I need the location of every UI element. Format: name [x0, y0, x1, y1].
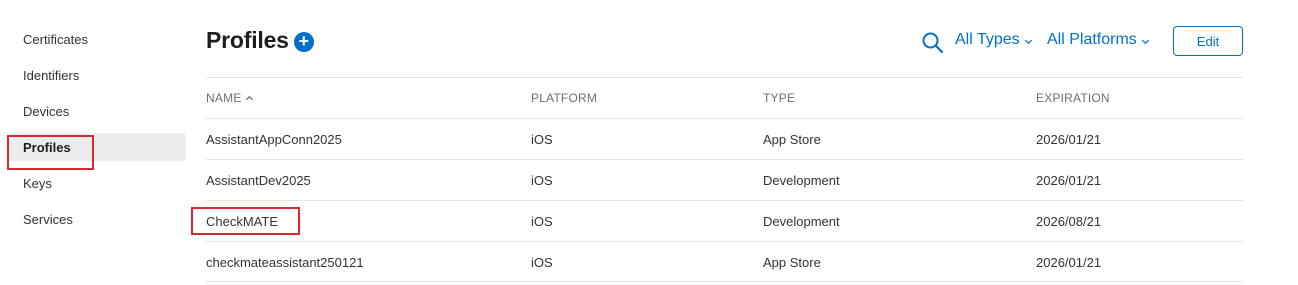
profiles-page: Certificates Identifiers Devices Profile… [0, 0, 1298, 285]
profile-name[interactable]: AssistantDev2025 [206, 160, 311, 200]
profile-platform: iOS [531, 254, 553, 270]
page-title: Profiles [206, 27, 289, 53]
column-header-type[interactable]: TYPE [763, 78, 795, 118]
sidebar-item-label: Identifiers [23, 67, 80, 83]
chevron-down-icon [1024, 39, 1032, 44]
table-row[interactable]: CheckMATE iOS Development 2026/08/21 [206, 200, 1243, 241]
sidebar-item-keys[interactable]: Keys [8, 169, 186, 197]
chevron-down-icon [1141, 39, 1149, 44]
sidebar-item-label: Certificates [23, 31, 89, 47]
profile-expiration: 2026/08/21 [1036, 213, 1102, 229]
profile-expiration: 2026/01/21 [1036, 254, 1102, 270]
search-button[interactable] [921, 31, 945, 55]
profile-expiration: 2026/01/21 [1036, 131, 1102, 147]
column-header-platform[interactable]: PLATFORM [531, 78, 597, 118]
table-row[interactable]: AssistantAppConn2025 iOS App Store 2026/… [206, 118, 1243, 159]
sidebar: Certificates Identifiers Devices Profile… [8, 25, 186, 241]
sidebar-item-label: Devices [23, 103, 70, 119]
column-header-name[interactable]: NAME [206, 78, 254, 118]
plus-circle-icon: + [298, 31, 310, 51]
sidebar-item-label: Services [23, 211, 73, 227]
profile-type: App Store [763, 254, 821, 270]
sidebar-item-devices[interactable]: Devices [8, 97, 186, 125]
filter-platforms-label: All Platforms [1047, 31, 1137, 48]
edit-button[interactable]: Edit [1173, 26, 1243, 56]
profile-name[interactable]: CheckMATE [206, 201, 278, 241]
add-profile-button[interactable]: + [293, 31, 314, 52]
sidebar-item-services[interactable]: Services [8, 205, 186, 233]
profile-type: Development [763, 213, 840, 229]
profile-name[interactable]: AssistantAppConn2025 [206, 119, 342, 159]
profile-name[interactable]: checkmateassistant250121 [206, 242, 364, 282]
table-header-row: NAME PLATFORM TYPE EXPIRATION [206, 77, 1243, 118]
profile-platform: iOS [531, 213, 553, 229]
table-row[interactable]: AssistantDev2025 iOS Development 2026/01… [206, 159, 1243, 200]
table-row[interactable]: checkmateassistant250121 iOS App Store 2… [206, 241, 1243, 282]
sidebar-item-identifiers[interactable]: Identifiers [8, 61, 186, 89]
profile-type: App Store [763, 131, 821, 147]
sidebar-item-label: Profiles [23, 139, 71, 155]
sidebar-item-profiles[interactable]: Profiles [8, 133, 186, 161]
search-icon [922, 32, 944, 54]
profiles-table: NAME PLATFORM TYPE EXPIRATION AssistantA… [206, 77, 1243, 282]
profile-type: Development [763, 172, 840, 188]
sidebar-item-label: Keys [23, 175, 52, 191]
profile-platform: iOS [531, 131, 553, 147]
filter-platforms-dropdown[interactable]: All Platforms [1047, 31, 1150, 49]
filter-types-dropdown[interactable]: All Types [955, 31, 1033, 49]
filter-types-label: All Types [955, 31, 1020, 48]
page-header: Profiles + [206, 27, 314, 54]
profile-expiration: 2026/01/21 [1036, 172, 1102, 188]
chevron-up-icon [246, 95, 254, 100]
profile-platform: iOS [531, 172, 553, 188]
sidebar-item-certificates[interactable]: Certificates [8, 25, 186, 53]
column-header-label: NAME [206, 91, 242, 105]
column-header-expiration[interactable]: EXPIRATION [1036, 78, 1110, 118]
